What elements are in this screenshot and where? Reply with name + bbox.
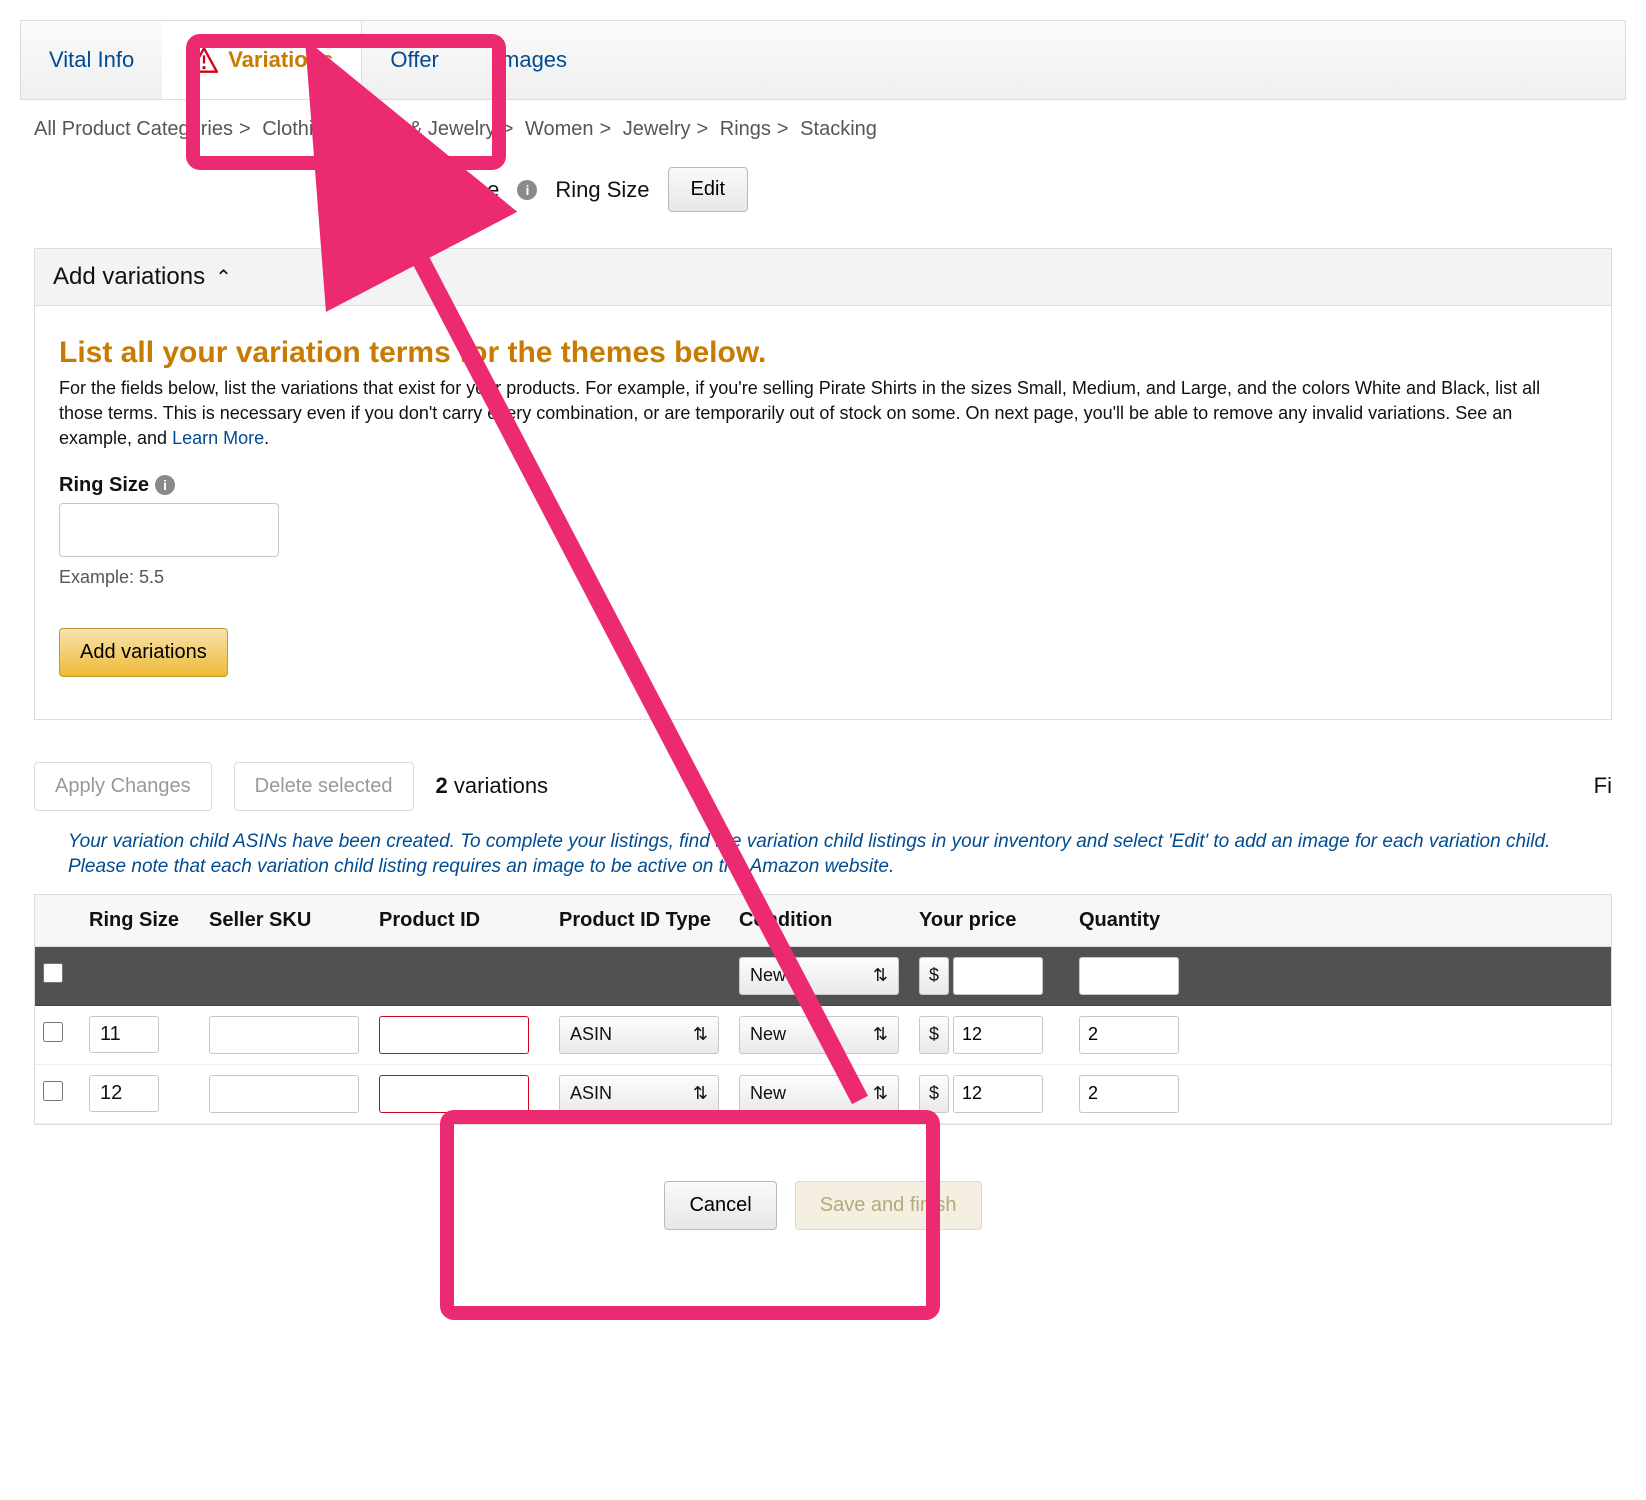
col-your-price: Your price bbox=[911, 895, 1071, 946]
tab-offer[interactable]: Offer bbox=[362, 21, 467, 99]
tab-variations[interactable]: Variations bbox=[162, 21, 362, 99]
quantity-input[interactable] bbox=[1079, 1075, 1179, 1113]
edit-button[interactable]: Edit bbox=[668, 167, 748, 212]
panel-header-label: Add variations bbox=[53, 263, 205, 291]
variations-table: Ring Size Seller SKU Product ID Product … bbox=[34, 894, 1612, 1125]
breadcrumb: All Product Categories> Clothing, Shoes … bbox=[20, 100, 1626, 145]
row-checkbox[interactable] bbox=[43, 1022, 63, 1042]
cutoff-text: Fi bbox=[1594, 773, 1612, 799]
delete-selected-button[interactable]: Delete selected bbox=[234, 762, 414, 811]
panel-instructions: For the fields below, list the variation… bbox=[59, 376, 1587, 452]
crumb-item[interactable]: Clothing, Shoes & Jewelry bbox=[262, 118, 495, 140]
variation-theme-row: Variation Theme i Ring Size Edit bbox=[20, 145, 1626, 248]
learn-more-link[interactable]: Learn More bbox=[172, 428, 264, 448]
warning-icon bbox=[190, 47, 218, 73]
col-seller-sku: Seller SKU bbox=[201, 895, 371, 946]
chevron-up-icon: ⌃ bbox=[215, 265, 232, 290]
footer: Cancel Save and finish bbox=[20, 1125, 1626, 1240]
table-row: 11 ASIN⇅ New⇅ $ bbox=[35, 1006, 1611, 1065]
col-condition: Condition bbox=[731, 895, 911, 946]
cancel-button[interactable]: Cancel bbox=[664, 1181, 776, 1230]
add-variations-panel: Add variations ⌃ List all your variation… bbox=[34, 248, 1612, 720]
condition-select-all[interactable]: New⇅ bbox=[739, 957, 899, 995]
ring-size-label: Ring Size i bbox=[59, 474, 1587, 497]
tab-images[interactable]: Images bbox=[467, 21, 595, 99]
save-and-finish-button[interactable]: Save and finish bbox=[795, 1181, 982, 1230]
chevron-updown-icon: ⇅ bbox=[873, 965, 888, 986]
crumb-item[interactable]: Stacking bbox=[800, 118, 877, 140]
ring-size-value: 11 bbox=[89, 1016, 159, 1053]
crumb-item[interactable]: Rings bbox=[720, 118, 771, 140]
select-all-checkbox[interactable] bbox=[43, 963, 63, 983]
price-input-all[interactable] bbox=[953, 957, 1043, 995]
condition-select[interactable]: New⇅ bbox=[739, 1075, 899, 1113]
chevron-updown-icon: ⇅ bbox=[693, 1083, 708, 1104]
price-input[interactable] bbox=[953, 1016, 1043, 1054]
seller-sku-input[interactable] bbox=[209, 1075, 359, 1113]
tab-vital-info[interactable]: Vital Info bbox=[21, 21, 162, 99]
product-id-input[interactable] bbox=[379, 1016, 529, 1054]
ring-size-input[interactable] bbox=[59, 503, 279, 557]
panel-title: List all your variation terms for the th… bbox=[59, 336, 1587, 370]
panel-header[interactable]: Add variations ⌃ bbox=[35, 249, 1611, 306]
product-id-type-select[interactable]: ASIN⇅ bbox=[559, 1016, 719, 1054]
table-apply-all-row: New⇅ $ bbox=[35, 947, 1611, 1006]
condition-select[interactable]: New⇅ bbox=[739, 1016, 899, 1054]
apply-changes-button[interactable]: Apply Changes bbox=[34, 762, 212, 811]
ring-size-value: 12 bbox=[89, 1075, 159, 1112]
quantity-input[interactable] bbox=[1079, 1016, 1179, 1054]
table-header: Ring Size Seller SKU Product ID Product … bbox=[35, 895, 1611, 947]
price-input[interactable] bbox=[953, 1075, 1043, 1113]
variation-theme-value: Ring Size bbox=[555, 177, 649, 203]
table-row: 12 ASIN⇅ New⇅ $ bbox=[35, 1065, 1611, 1124]
variation-theme-label: Variation Theme bbox=[340, 177, 499, 203]
col-quantity: Quantity bbox=[1071, 895, 1231, 946]
product-id-input[interactable] bbox=[379, 1075, 529, 1113]
col-product-id: Product ID bbox=[371, 895, 551, 946]
crumb-item[interactable]: Women bbox=[525, 118, 594, 140]
crumb-item[interactable]: All Product Categories bbox=[34, 118, 233, 140]
crumb-item[interactable]: Jewelry bbox=[623, 118, 691, 140]
currency-label: $ bbox=[919, 1075, 949, 1113]
ring-size-example: Example: 5.5 bbox=[59, 567, 1587, 588]
add-variations-button[interactable]: Add variations bbox=[59, 628, 228, 677]
chevron-updown-icon: ⇅ bbox=[693, 1024, 708, 1045]
currency-label: $ bbox=[919, 1016, 949, 1054]
col-product-id-type: Product ID Type bbox=[551, 895, 731, 946]
info-message: Your variation child ASINs have been cre… bbox=[20, 821, 1626, 894]
seller-sku-input[interactable] bbox=[209, 1016, 359, 1054]
row-checkbox[interactable] bbox=[43, 1081, 63, 1101]
quantity-input-all[interactable] bbox=[1079, 957, 1179, 995]
currency-label: $ bbox=[919, 957, 949, 995]
product-id-type-select[interactable]: ASIN⇅ bbox=[559, 1075, 719, 1113]
variation-count: 2 variations bbox=[436, 773, 549, 799]
tab-variations-label: Variations bbox=[228, 47, 333, 73]
chevron-updown-icon: ⇅ bbox=[873, 1083, 888, 1104]
info-icon[interactable]: i bbox=[517, 180, 537, 200]
chevron-updown-icon: ⇅ bbox=[873, 1024, 888, 1045]
col-ring-size: Ring Size bbox=[81, 895, 201, 946]
info-icon[interactable]: i bbox=[155, 475, 175, 495]
tab-bar: Vital Info Variations Offer Images bbox=[20, 20, 1626, 100]
actions-row: Apply Changes Delete selected 2 variatio… bbox=[20, 720, 1626, 821]
